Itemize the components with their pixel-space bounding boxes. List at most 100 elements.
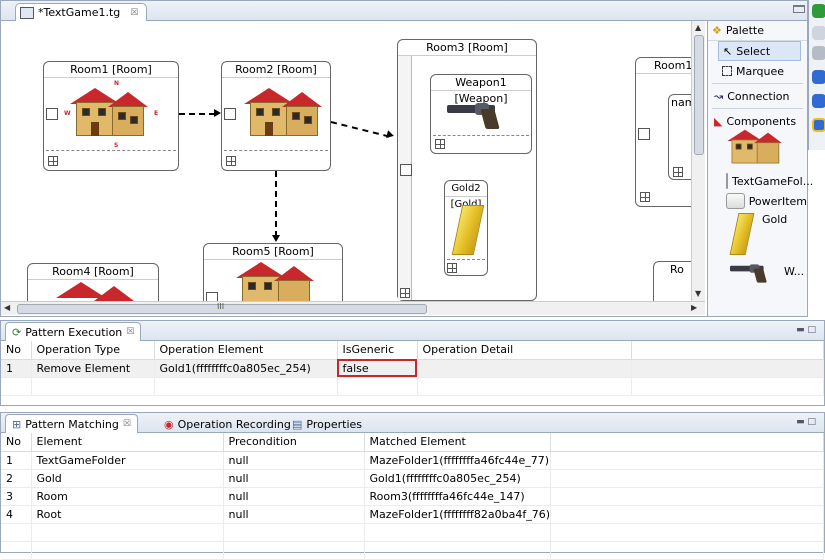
compartment-icon[interactable] bbox=[226, 156, 236, 166]
house-icon bbox=[68, 84, 148, 138]
tab-properties[interactable]: ▤ Properties bbox=[285, 414, 369, 433]
minimize-icon[interactable]: ▬ □ bbox=[796, 325, 816, 335]
arrowhead-icon bbox=[272, 235, 280, 242]
diagram-canvas[interactable]: Room1 [Room] N W E S Room2 [Room] Room3 … bbox=[9, 21, 699, 301]
room-node[interactable]: Room3 [Room] Weapon1 [Weapon] Gold2 [Gol… bbox=[397, 39, 537, 301]
column-header[interactable]: Precondition bbox=[223, 433, 365, 452]
close-icon[interactable]: ☒ bbox=[130, 8, 138, 18]
node-title: Room2 [Room] bbox=[222, 62, 330, 78]
horizontal-scrollbar[interactable]: ◀ III ▶ bbox=[1, 301, 705, 315]
app-icon[interactable] bbox=[812, 70, 825, 84]
excel-icon[interactable] bbox=[812, 4, 825, 18]
palette-header[interactable]: ❖ Palette bbox=[708, 21, 807, 41]
port-icon[interactable] bbox=[206, 292, 218, 301]
room-node[interactable]: Room2 [Room] bbox=[221, 61, 331, 171]
maximize-icon[interactable] bbox=[793, 5, 805, 13]
execution-table: No Operation Type Operation Element IsGe… bbox=[1, 341, 824, 396]
pattern-matching-view: ⊞ Pattern Matching ☒ ◉ Operation Recordi… bbox=[0, 412, 825, 560]
table-row[interactable]: 4 Root null MazeFolder1(ffffffff82a0ba4f… bbox=[1, 505, 824, 524]
compartment-icon[interactable] bbox=[435, 139, 445, 149]
column-header[interactable]: Operation Type bbox=[31, 341, 155, 360]
editor-tab[interactable]: *TextGame1.tg ☒ bbox=[15, 3, 148, 21]
node-title: Gold2 [Gold] bbox=[445, 181, 487, 210]
scroll-right-icon[interactable]: ▶ bbox=[691, 303, 697, 312]
diagram-file-icon bbox=[20, 6, 34, 19]
house-icon bbox=[234, 258, 314, 301]
cell: 1 bbox=[1, 451, 32, 470]
connection-arrow[interactable] bbox=[179, 113, 215, 115]
room-node[interactable]: Room4 [Room] bbox=[27, 263, 159, 301]
cell: Gold1(ffffffffc0a805ec_254) bbox=[364, 469, 551, 488]
cell: 4 bbox=[1, 505, 32, 524]
cell: Gold1(ffffffffc0a805ec_254) bbox=[154, 359, 338, 378]
scroll-grip-icon: III bbox=[217, 302, 225, 311]
column-header[interactable]: No bbox=[1, 433, 32, 452]
is-generic-cell[interactable]: false bbox=[337, 359, 418, 378]
house-icon bbox=[54, 278, 134, 301]
room-node[interactable]: Room1 nam bbox=[635, 57, 699, 207]
compartment-icon[interactable] bbox=[640, 192, 650, 202]
scroll-thumb[interactable] bbox=[694, 35, 704, 155]
port-icon[interactable] bbox=[46, 108, 58, 120]
text-game-folder-tool[interactable]: TextGameFol... bbox=[708, 171, 813, 191]
table-row[interactable]: 3 Room null Room3(ffffffffa46fc44e_147) bbox=[1, 487, 824, 506]
power-item-label: PowerItem bbox=[748, 194, 807, 208]
tab-pattern-matching[interactable]: ⊞ Pattern Matching ☒ bbox=[5, 414, 138, 433]
port-icon[interactable] bbox=[638, 128, 650, 140]
table-row[interactable]: 1 Remove Element Gold1(ffffffffc0a805ec_… bbox=[1, 359, 824, 378]
gold-node[interactable]: Gold2 [Gold] bbox=[444, 180, 488, 276]
chat-icon[interactable] bbox=[812, 94, 825, 108]
pattern-execution-view: ⟳ Pattern Execution ☒ ▬ □ No Operation T… bbox=[0, 320, 825, 406]
select-tool[interactable]: ↖ Select bbox=[718, 41, 801, 61]
minimize-icon[interactable]: ▬ □ bbox=[796, 417, 816, 427]
marquee-tool[interactable]: Marquee bbox=[708, 61, 807, 81]
close-icon[interactable]: ☒ bbox=[123, 419, 131, 429]
column-header[interactable]: Operation Element bbox=[154, 341, 338, 360]
column-header[interactable]: Matched Element bbox=[364, 433, 551, 452]
compartment-icon[interactable] bbox=[447, 263, 457, 273]
compartment-icon[interactable] bbox=[673, 167, 683, 177]
gold-tool[interactable]: Gold bbox=[708, 211, 807, 261]
cell bbox=[417, 359, 632, 378]
connection-tool[interactable]: ↝ Connection bbox=[708, 86, 807, 106]
port-icon[interactable] bbox=[224, 108, 236, 120]
tab-operation-recording[interactable]: ◉ Operation Recording bbox=[157, 414, 298, 433]
scroll-down-icon[interactable]: ▼ bbox=[695, 289, 701, 298]
monitor-icon[interactable] bbox=[812, 46, 825, 60]
cell: MazeFolder1(ffffffffa46fc44e_77) bbox=[364, 451, 551, 470]
components-icon: ◣ bbox=[714, 114, 723, 128]
room-node[interactable]: Room5 [Room] bbox=[203, 243, 343, 301]
cell: 2 bbox=[1, 469, 32, 488]
scroll-left-icon[interactable]: ◀ bbox=[4, 303, 10, 312]
cell: Room bbox=[31, 487, 224, 506]
cell: Root bbox=[31, 505, 224, 524]
port-icon[interactable] bbox=[400, 164, 412, 176]
table-row[interactable]: 2 Gold null Gold1(ffffffffc0a805ec_254) bbox=[1, 469, 824, 488]
scroll-up-icon[interactable]: ▲ bbox=[695, 23, 701, 32]
cell: TextGameFolder bbox=[31, 451, 224, 470]
weapon-node[interactable]: Weapon1 [Weapon] bbox=[430, 74, 532, 154]
compartment-icon[interactable] bbox=[48, 156, 58, 166]
weapon-tool[interactable]: W... bbox=[708, 261, 807, 285]
power-item-tool[interactable]: PowerItem bbox=[708, 191, 807, 211]
tool-icon[interactable] bbox=[812, 118, 825, 132]
tab-pattern-execution[interactable]: ⟳ Pattern Execution ☒ bbox=[5, 322, 142, 341]
minimize-icon[interactable] bbox=[812, 26, 825, 40]
column-header[interactable]: Element bbox=[31, 433, 224, 452]
node-title: Room1 [Room] bbox=[44, 62, 178, 78]
editor-tabbar: *TextGame1.tg ☒ bbox=[1, 1, 807, 21]
connection-arrow[interactable] bbox=[330, 121, 390, 138]
column-header[interactable]: IsGeneric bbox=[337, 341, 418, 360]
connection-arrow[interactable] bbox=[275, 171, 277, 237]
compartment-icon[interactable] bbox=[400, 288, 410, 298]
cell: Room3(ffffffffa46fc44e_147) bbox=[364, 487, 551, 506]
room-node[interactable]: Room1 [Room] N W E S bbox=[43, 61, 179, 171]
matching-table: No Element Precondition Matched Element … bbox=[1, 433, 824, 560]
column-header[interactable]: No bbox=[1, 341, 32, 360]
close-icon[interactable]: ☒ bbox=[126, 327, 134, 337]
table-row[interactable]: 1 TextGameFolder null MazeFolder1(ffffff… bbox=[1, 451, 824, 470]
room-tool[interactable] bbox=[708, 129, 807, 171]
vertical-scrollbar[interactable]: ▲ ▼ bbox=[691, 21, 705, 301]
palette-panel: ❖ Palette ↖ Select Marquee ↝ Connection … bbox=[707, 21, 813, 316]
column-header[interactable]: Operation Detail bbox=[417, 341, 632, 360]
